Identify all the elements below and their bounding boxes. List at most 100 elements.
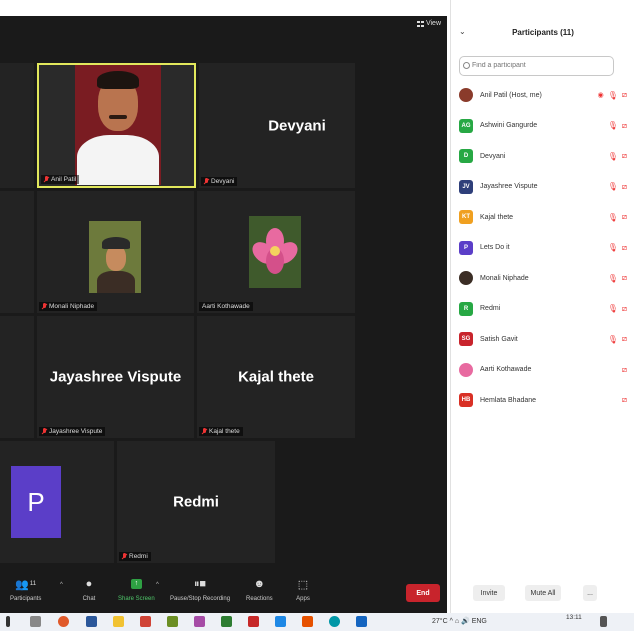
participant-row[interactable]: Anil Patil (Host, me) ◉ 🎙 ⧄ bbox=[459, 86, 631, 104]
chat-button[interactable]: ● Chat bbox=[82, 578, 96, 602]
video-off-icon[interactable]: ⧄ bbox=[622, 151, 627, 161]
start-icon[interactable] bbox=[6, 616, 10, 627]
participant-row[interactable]: P Lets Do it 🎙 ⧄ bbox=[459, 239, 631, 257]
reactions-icon: ☻ bbox=[253, 578, 266, 590]
participant-row[interactable]: SG Satish Gavit 🎙 ⧄ bbox=[459, 330, 631, 348]
participant-row[interactable]: HB Hemlata Bhadane ⧄ bbox=[459, 391, 631, 409]
reactions-button[interactable]: ☻ Reactions bbox=[246, 578, 273, 602]
mic-muted-icon[interactable]: 🎙 bbox=[608, 182, 618, 191]
mic-muted-icon bbox=[44, 176, 49, 183]
mute-all-button[interactable]: Mute All bbox=[525, 585, 561, 601]
video-tile-redmi[interactable]: Redmi Redmi bbox=[117, 441, 275, 563]
view-button[interactable]: View bbox=[416, 20, 441, 27]
apps-button[interactable]: ⬚ Apps bbox=[296, 578, 310, 603]
mic-muted-icon[interactable]: 🎙 bbox=[608, 152, 618, 161]
video-tile-partial[interactable] bbox=[0, 63, 34, 188]
task-view-icon[interactable] bbox=[30, 616, 41, 627]
video-tile-aarti[interactable]: Aarti Kothawade bbox=[197, 191, 355, 313]
participant-video-anil bbox=[75, 65, 161, 185]
video-off-icon[interactable]: ⧄ bbox=[622, 121, 627, 131]
video-tile-devyani[interactable]: Devyani Devyani bbox=[199, 63, 355, 188]
edge-icon[interactable] bbox=[329, 616, 340, 627]
word-icon[interactable] bbox=[86, 616, 97, 627]
app-icon[interactable] bbox=[356, 616, 367, 627]
participant-row[interactable]: JV Jayashree Vispute 🎙 ⧄ bbox=[459, 178, 631, 196]
end-meeting-button[interactable]: End bbox=[406, 584, 440, 602]
participant-avatar bbox=[459, 88, 473, 102]
participant-row[interactable]: D Devyani 🎙 ⧄ bbox=[459, 147, 631, 165]
mic-muted-icon bbox=[42, 428, 47, 435]
app-icon[interactable] bbox=[140, 616, 151, 627]
profile-picture bbox=[89, 221, 141, 293]
participant-status-icons: ⧄ bbox=[622, 395, 627, 405]
app-icon[interactable] bbox=[194, 616, 205, 627]
video-tile-kajal[interactable]: Kajal thete Kajal thete bbox=[197, 316, 355, 438]
video-tile-monali[interactable]: Monali Niphade bbox=[37, 191, 194, 313]
mic-muted-icon[interactable]: 🎙 bbox=[608, 304, 618, 313]
apps-icon: ⬚ bbox=[297, 578, 309, 591]
participant-search-input[interactable] bbox=[472, 62, 612, 69]
share-screen-button[interactable]: ↑ Share Screen bbox=[118, 578, 155, 602]
mic-muted-icon[interactable]: 🎙 bbox=[608, 121, 618, 130]
video-off-icon[interactable]: ⧄ bbox=[622, 243, 627, 253]
mic-muted-icon[interactable]: 🎙 bbox=[608, 91, 618, 100]
participant-avatar: KT bbox=[459, 210, 473, 224]
share-screen-icon: ↑ bbox=[129, 578, 143, 590]
participants-options-caret[interactable]: ^ bbox=[60, 582, 63, 588]
video-off-icon[interactable]: ⧄ bbox=[622, 395, 627, 405]
clock[interactable]: 13:11 bbox=[566, 614, 582, 621]
app-icon[interactable] bbox=[302, 616, 313, 627]
notifications-icon[interactable] bbox=[600, 616, 607, 627]
video-tile-partial[interactable] bbox=[0, 191, 34, 313]
volume-icon[interactable]: 🔊 bbox=[461, 618, 470, 625]
participant-row[interactable]: R Redmi 🎙 ⧄ bbox=[459, 300, 631, 318]
video-off-icon[interactable]: ⧄ bbox=[622, 212, 627, 222]
mic-muted-icon[interactable]: 🎙 bbox=[608, 243, 618, 252]
file-explorer-icon[interactable] bbox=[113, 616, 124, 627]
record-label: Pause/Stop Recording bbox=[170, 596, 231, 602]
video-off-icon[interactable]: ⧄ bbox=[622, 334, 627, 344]
participant-search[interactable] bbox=[459, 56, 614, 76]
windows-taskbar: 27°C ^ ⌂ 🔊 ENG 13:11 bbox=[0, 613, 634, 631]
mic-muted-icon bbox=[204, 178, 209, 185]
video-off-icon[interactable]: ⧄ bbox=[622, 182, 627, 192]
app-icon[interactable] bbox=[167, 616, 178, 627]
participant-row[interactable]: KT Kajal thete 🎙 ⧄ bbox=[459, 208, 631, 226]
video-tile-jayashree[interactable]: Jayashree Vispute Jayashree Vispute bbox=[37, 316, 194, 438]
meeting-toolbar: 👥 11 Participants ^ ● Chat ↑ Share Screen… bbox=[0, 576, 447, 613]
participant-status-icons: 🎙 ⧄ bbox=[608, 304, 627, 314]
video-off-icon[interactable]: ⧄ bbox=[622, 304, 627, 314]
video-off-icon[interactable]: ⧄ bbox=[622, 365, 627, 375]
participant-row[interactable]: Monali Niphade 🎙 ⧄ bbox=[459, 269, 631, 287]
video-off-icon[interactable]: ⧄ bbox=[622, 90, 627, 100]
video-tile-partial[interactable] bbox=[0, 316, 34, 438]
participant-name: Anil Patil (Host, me) bbox=[480, 91, 542, 99]
system-tray: 27°C ^ ⌂ 🔊 ENG bbox=[432, 617, 487, 625]
app-icon[interactable] bbox=[221, 616, 232, 627]
participants-button[interactable]: 👥 11 Participants bbox=[10, 578, 41, 603]
recording-icon: ◉ bbox=[597, 92, 604, 99]
mic-muted-icon[interactable]: 🎙 bbox=[608, 213, 618, 222]
more-options-button[interactable]: ... bbox=[583, 585, 597, 601]
invite-button[interactable]: Invite bbox=[473, 585, 505, 601]
chrome-icon[interactable] bbox=[58, 616, 69, 627]
participant-row[interactable]: Aarti Kothawade ⧄ bbox=[459, 361, 631, 379]
network-icon[interactable]: ⌂ bbox=[455, 618, 459, 625]
mic-muted-icon[interactable]: 🎙 bbox=[608, 335, 618, 344]
record-button[interactable]: ⏸■ Pause/Stop Recording bbox=[170, 578, 231, 603]
video-off-icon[interactable]: ⧄ bbox=[622, 273, 627, 283]
participant-status-icons: 🎙 ⧄ bbox=[608, 212, 627, 222]
share-options-caret[interactable]: ^ bbox=[156, 582, 159, 588]
zoom-icon[interactable] bbox=[275, 616, 286, 627]
participant-name: Satish Gavit bbox=[480, 335, 518, 343]
participant-avatar: AG bbox=[459, 118, 473, 133]
video-tile-p[interactable]: P bbox=[0, 441, 114, 563]
weather-text[interactable]: 27°C bbox=[432, 618, 448, 625]
video-tile-anil[interactable]: Anil Patil bbox=[37, 63, 196, 188]
participant-avatar bbox=[459, 271, 473, 285]
participant-row[interactable]: AG Ashwini Gangurde 🎙 ⧄ bbox=[459, 117, 631, 135]
mic-muted-icon[interactable]: 🎙 bbox=[608, 274, 618, 283]
tile-name-label: Aarti Kothawade bbox=[199, 302, 253, 311]
app-icon[interactable] bbox=[248, 616, 259, 627]
language-indicator[interactable]: ENG bbox=[472, 618, 487, 625]
